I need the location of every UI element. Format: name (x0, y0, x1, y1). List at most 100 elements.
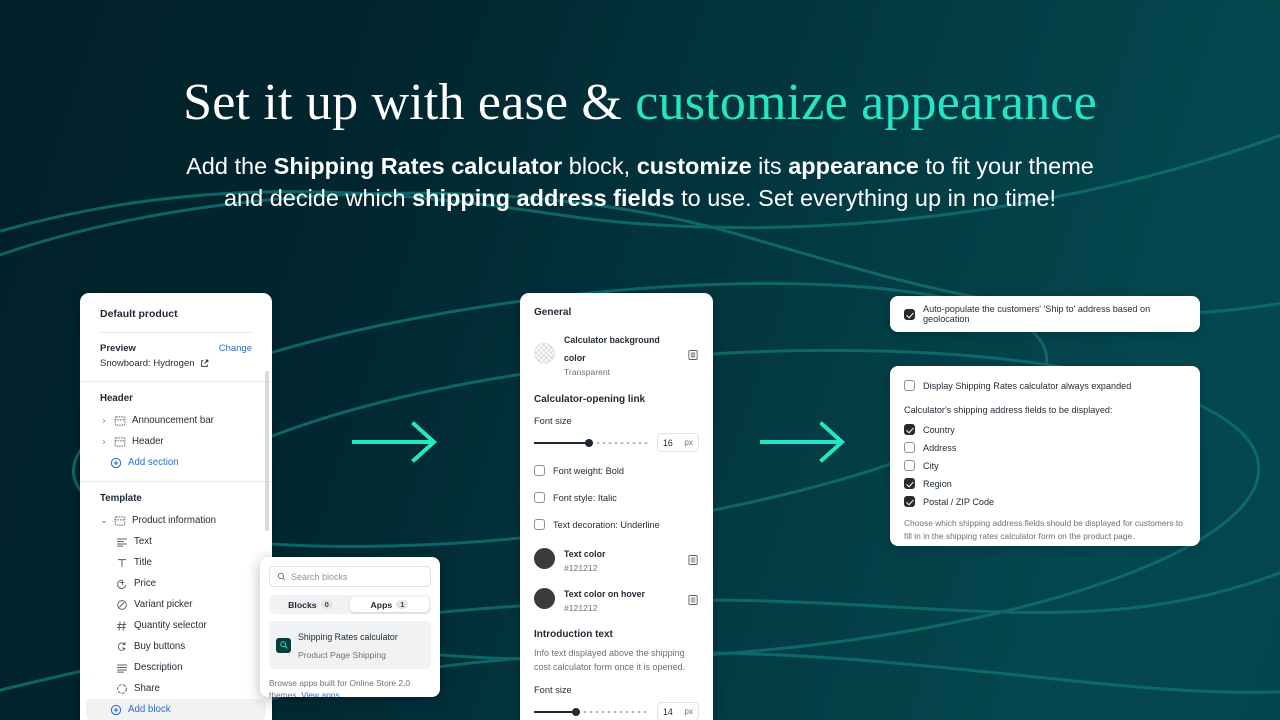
field-city-label: City (923, 460, 939, 471)
app-result-title: Shipping Rates calculator (298, 632, 398, 642)
slider-knob[interactable] (572, 707, 581, 716)
sidebar-item-label: Variant picker (134, 599, 193, 610)
always-expanded-checkbox-row[interactable]: Display Shipping Rates calculator always… (904, 380, 1186, 391)
sidebar-item-text[interactable]: Text (86, 531, 266, 552)
tab-blocks-label: Blocks (288, 599, 317, 610)
always-expanded-checkbox[interactable] (904, 380, 915, 391)
field-country-row[interactable]: Country (904, 424, 1186, 435)
geolocation-setting-panel: Auto-populate the customers' 'Ship to' a… (890, 296, 1200, 332)
tab-apps-count: 1 (396, 600, 409, 609)
field-address-checkbox[interactable] (904, 442, 915, 453)
view-apps-link[interactable]: View apps (301, 690, 340, 697)
database-icon[interactable] (687, 593, 699, 605)
search-placeholder: Search blocks (291, 571, 348, 582)
chevron-right-icon[interactable]: › (100, 437, 108, 446)
font-size-input[interactable]: 16 px (657, 433, 699, 452)
sidebar-item-announcement-bar[interactable]: › Announcement bar (86, 410, 266, 431)
template-group: Template ⌄ Product information Text Titl… (80, 482, 272, 720)
add-block-button[interactable]: Add block (86, 699, 266, 720)
cursor-icon (116, 641, 128, 653)
intro-font-size-slider-row[interactable]: 14 px (534, 702, 699, 720)
tab-blocks[interactable]: Blocks 0 (271, 597, 350, 612)
sidebar-item-quantity-selector[interactable]: Quantity selector (86, 615, 266, 636)
field-postal-checkbox[interactable] (904, 496, 915, 507)
text-color-name: Text color (564, 549, 606, 559)
page-title: Set it up with ease & customize appearan… (0, 75, 1280, 131)
general-heading: General (534, 307, 572, 318)
sidebar-item-buy-buttons[interactable]: Buy buttons (86, 636, 266, 657)
always-expanded-label: Display Shipping Rates calculator always… (923, 380, 1132, 391)
text-color-hover-row[interactable]: Text color on hover #121212 (534, 584, 699, 613)
chevron-right-icon[interactable]: › (100, 416, 108, 425)
search-blocks-popover: Search blocks Blocks 0 Apps 1 Shipping R… (260, 557, 440, 697)
sidebar-item-description[interactable]: Description (86, 657, 266, 678)
tab-apps-label: Apps (370, 599, 393, 610)
sidebar-item-variant-picker[interactable]: Variant picker (86, 594, 266, 615)
intro-font-size-input[interactable]: 14 px (657, 702, 699, 720)
field-address-row[interactable]: Address (904, 442, 1186, 453)
sidebar-item-product-information[interactable]: ⌄ Product information (86, 510, 266, 531)
hash-icon (116, 620, 128, 632)
text-decoration-underline-checkbox-row[interactable]: Text decoration: Underline (534, 519, 699, 530)
hero-section: Set it up with ease & customize appearan… (0, 0, 1280, 214)
sidebar-scrollbar-thumb[interactable] (265, 371, 269, 531)
subtitle-bold: customize (636, 152, 752, 179)
geolocation-label: Auto-populate the customers' 'Ship to' a… (923, 304, 1151, 324)
font-size-label: Font size (534, 416, 572, 426)
add-section-button[interactable]: Add section (86, 452, 266, 473)
slider-filled-track (534, 441, 589, 444)
shipping-rates-app-icon (276, 637, 291, 653)
chevron-down-icon[interactable]: ⌄ (100, 516, 108, 525)
sidebar-item-label: Announcement bar (132, 415, 214, 426)
calculator-background-color-row[interactable]: Calculator background color Transparent (534, 330, 699, 377)
tab-apps[interactable]: Apps 1 (350, 597, 429, 612)
text-decoration-underline-label: Text decoration: Underline (553, 519, 660, 530)
sidebar-item-price[interactable]: Price (86, 573, 266, 594)
sidebar-item-label: Quantity selector (134, 620, 207, 631)
sidebar-item-share[interactable]: Share (86, 678, 266, 699)
font-size-slider-row[interactable]: 16 px (534, 433, 699, 452)
background-color-swatch[interactable] (534, 343, 555, 364)
app-result-item[interactable]: Shipping Rates calculator Product Page S… (269, 621, 431, 669)
app-result-subtitle: Product Page Shipping (298, 650, 386, 660)
title-icon (116, 557, 128, 569)
intro-font-size-slider[interactable] (534, 706, 648, 718)
calculator-appearance-panel: General Calculator background color Tran… (520, 293, 713, 720)
sidebar-item-title[interactable]: Title (86, 552, 266, 573)
search-input[interactable]: Search blocks (269, 566, 431, 587)
text-decoration-underline-checkbox[interactable] (534, 519, 545, 530)
add-block-label: Add block (128, 704, 171, 715)
field-postal-row[interactable]: Postal / ZIP Code (904, 496, 1186, 507)
geolocation-checkbox[interactable] (904, 308, 915, 320)
text-color-hover-swatch[interactable] (534, 588, 555, 609)
text-color-swatch[interactable] (534, 548, 555, 569)
field-region-label: Region (923, 478, 952, 489)
font-style-italic-checkbox[interactable] (534, 492, 545, 503)
database-icon[interactable] (687, 553, 699, 565)
field-country-checkbox[interactable] (904, 424, 915, 435)
change-preview-link[interactable]: Change (219, 343, 252, 354)
text-icon (116, 536, 128, 548)
section-icon (114, 415, 126, 427)
external-link-icon[interactable] (200, 359, 209, 368)
page-subtitle: Add the Shipping Rates calculator block,… (0, 150, 1280, 215)
template-group-title: Template (100, 493, 142, 504)
field-region-row[interactable]: Region (904, 478, 1186, 489)
font-weight-bold-checkbox[interactable] (534, 465, 545, 476)
field-city-checkbox[interactable] (904, 460, 915, 471)
field-city-row[interactable]: City (904, 460, 1186, 471)
subtitle-bold: shipping address fields (412, 185, 675, 212)
sidebar-item-header[interactable]: › Header (86, 431, 266, 452)
font-style-italic-checkbox-row[interactable]: Font style: Italic (534, 492, 699, 503)
slider-knob[interactable] (584, 438, 593, 447)
text-color-row[interactable]: Text color #121212 (534, 544, 699, 573)
font-weight-bold-checkbox-row[interactable]: Font weight: Bold (534, 465, 699, 476)
field-region-checkbox[interactable] (904, 478, 915, 489)
background-color-value: Transparent (564, 367, 611, 377)
database-icon[interactable] (687, 348, 699, 360)
font-size-slider[interactable] (534, 437, 648, 449)
sidebar-item-label: Share (134, 683, 160, 694)
subtitle-text: to fit your theme (918, 152, 1094, 179)
sidebar-item-label: Description (134, 662, 183, 673)
theme-editor-sidebar: Default product Preview Change Snowboard… (80, 293, 272, 720)
